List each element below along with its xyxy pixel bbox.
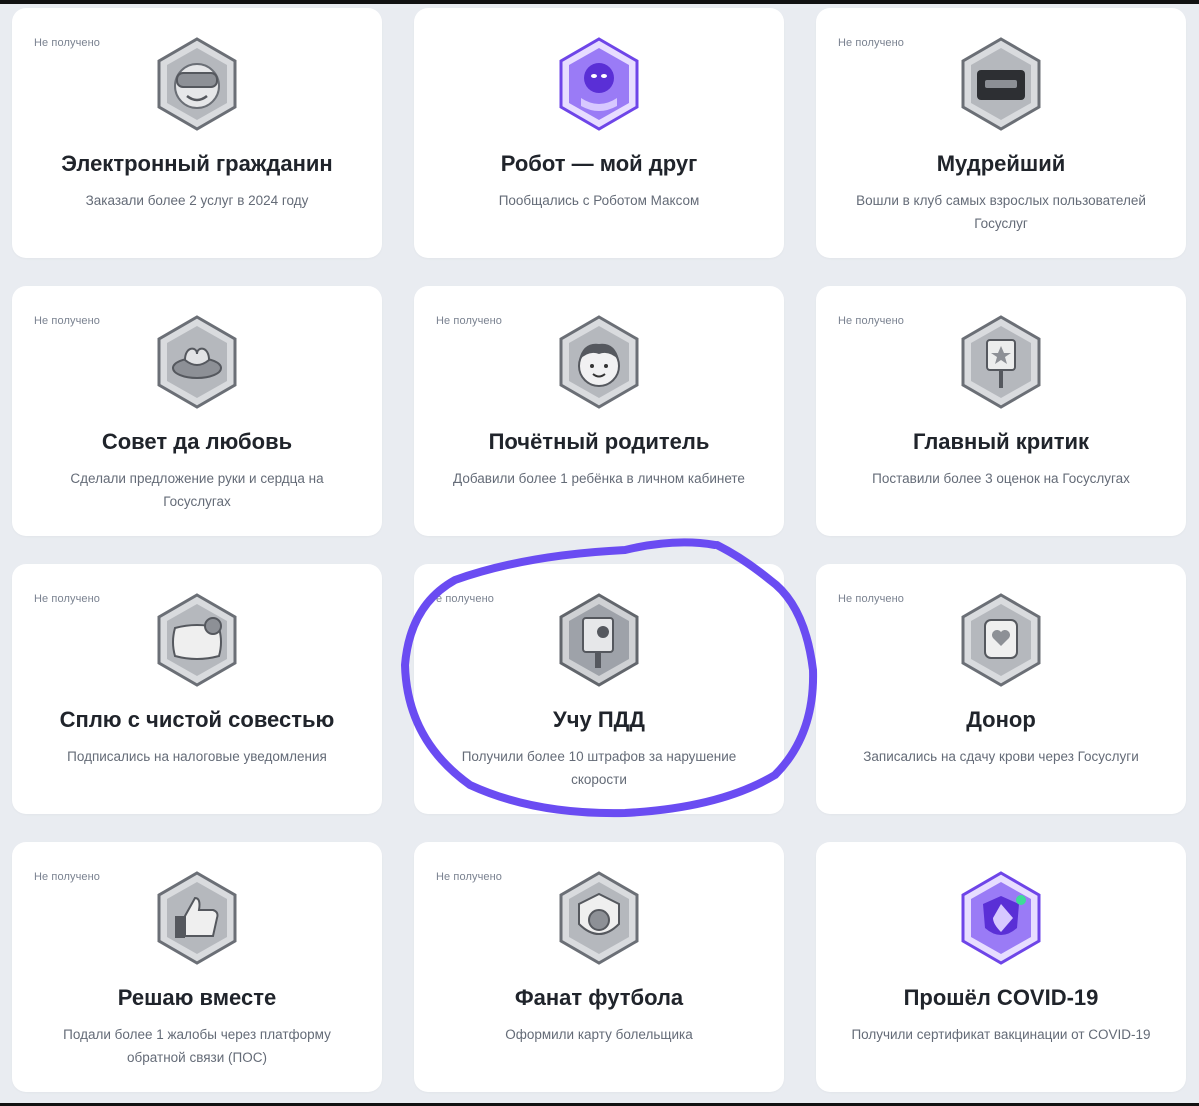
status-label: Не получено: [838, 37, 905, 49]
status-label: Не получено: [34, 871, 101, 883]
achievement-title: Решаю вместе: [117, 985, 277, 1010]
robot-icon: [559, 37, 639, 131]
status-label: Не получено: [34, 315, 101, 327]
achievement-title: Прошёл COVID-19: [903, 985, 1099, 1010]
achievement-description: Добавили более 1 ребёнка в личном кабине…: [453, 471, 745, 486]
achievement-title: Совет да любовь: [101, 429, 293, 454]
achievement-description: Сделали предложение руки и сердца на Гос…: [70, 471, 324, 509]
achievement-description: Получили сертификат вакцинации от COVID-…: [851, 1027, 1151, 1042]
vaccine-shield-icon: [961, 871, 1041, 965]
achievement-card[interactable]: Не получено Электронный гражданин Заказа…: [12, 8, 382, 258]
achievement-card[interactable]: Не получено Донор Записались на сдачу кр…: [816, 564, 1186, 814]
achievement-card[interactable]: е получено Учу ПДД Получили более 10 штр…: [414, 564, 784, 814]
rings-icon: [157, 315, 237, 409]
achievement-card[interactable]: Не получено Фанат футбола Оформили карту…: [414, 842, 784, 1092]
status-label: Не получено: [838, 593, 905, 605]
football-shield-icon: [559, 871, 639, 965]
achievement-card[interactable]: Не получено Решаю вместе Подали более 1 …: [12, 842, 382, 1092]
achievement-card[interactable]: Не получено Почётный родитель Добавили б…: [414, 286, 784, 536]
achievement-title: Робот — мой друг: [500, 151, 698, 176]
achievement-description: Поставили более 3 оценок на Госуслугах: [872, 471, 1130, 486]
achievement-description: Пообщались с Роботом Максом: [498, 193, 700, 208]
blood-bag-icon: [961, 593, 1041, 687]
achievement-title: Электронный гражданин: [61, 151, 333, 176]
status-label: Не получено: [838, 315, 905, 327]
achievement-title: Учу ПДД: [553, 707, 645, 732]
achievement-description: Заказали более 2 услуг в 2024 году: [85, 193, 309, 208]
status-label: Не получено: [436, 315, 503, 327]
speed-camera-icon: [559, 593, 639, 687]
achievement-description: Записались на сдачу крови через Госуслуг…: [863, 749, 1139, 764]
achievement-title: Фанат футбола: [514, 985, 684, 1010]
achievement-description: Подписались на налоговые уведомления: [67, 749, 327, 764]
achievement-description: Оформили карту болельщика: [505, 1027, 693, 1042]
achievement-card[interactable]: Прошёл COVID-19 Получили сертификат вакц…: [816, 842, 1186, 1092]
achievements-grid: Не получено Электронный гражданин Заказа…: [12, 8, 1186, 1092]
club-card-icon: [961, 37, 1041, 131]
child-face-icon: [559, 315, 639, 409]
status-label: Не получено: [34, 593, 101, 605]
achievement-description: Получили более 10 штрафов за нарушение с…: [461, 749, 737, 787]
star-sign-icon: [961, 315, 1041, 409]
achievement-title: Сплю с чистой совестью: [59, 707, 335, 732]
achievement-title: Донор: [966, 707, 1036, 732]
achievement-card[interactable]: Не получено Совет да любовь Сделали пред…: [12, 286, 382, 536]
achievement-card[interactable]: Робот — мой друг Пообщались с Роботом Ма…: [414, 8, 784, 258]
top-edge: [0, 0, 1199, 4]
status-label: Не получено: [436, 871, 503, 883]
achievement-description: Подали более 1 жалобы через платформу об…: [63, 1027, 331, 1065]
thumbs-up-icon: [157, 871, 237, 965]
achievement-card[interactable]: Не получено Главный критик Поставили бол…: [816, 286, 1186, 536]
achievement-title: Почётный родитель: [488, 429, 710, 454]
status-label: Не получено: [34, 37, 101, 49]
achievement-card[interactable]: Не получено Сплю с чистой совестью Подпи…: [12, 564, 382, 814]
achievement-description: Вошли в клуб самых взрослых пользователе…: [856, 193, 1146, 231]
achievement-card[interactable]: Не получено Мудрейший Вошли в клуб самых…: [816, 8, 1186, 258]
pillow-icon: [157, 593, 237, 687]
status-label: е получено: [436, 593, 494, 605]
vr-headset-icon: [157, 37, 237, 131]
achievement-title: Мудрейший: [936, 151, 1066, 176]
achievement-title: Главный критик: [912, 429, 1090, 454]
